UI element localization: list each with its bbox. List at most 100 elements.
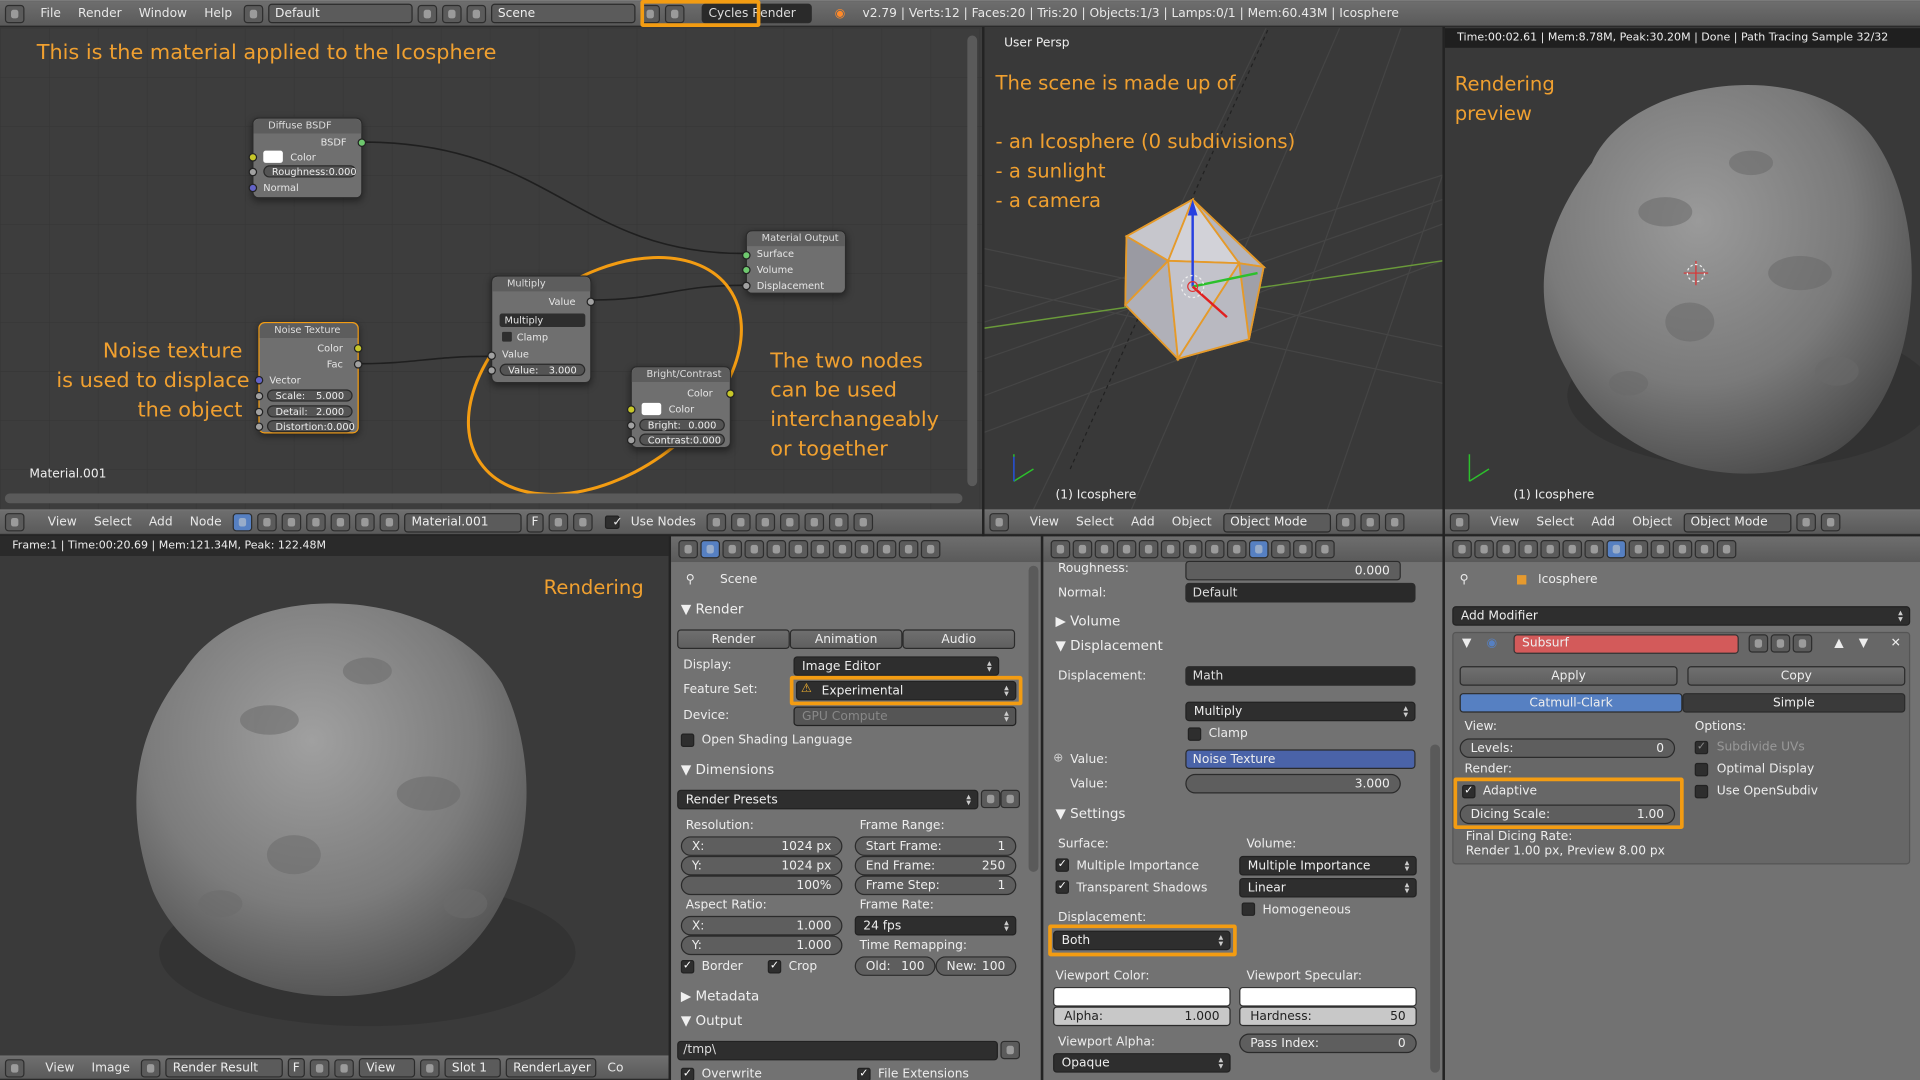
go-parent-icon[interactable] (731, 513, 751, 532)
displacement-select[interactable]: Math (1185, 666, 1416, 686)
output-section-header[interactable]: ▼ Output (681, 1013, 742, 1029)
render-toggle-icon[interactable] (1748, 634, 1769, 653)
material-tab-icon[interactable] (1650, 540, 1671, 559)
levels-field[interactable]: Levels: 0 (1459, 738, 1676, 758)
homogeneous-checkbox[interactable] (1241, 902, 1256, 916)
render-layer-select[interactable]: RenderLayer (505, 1057, 597, 1078)
pv-mode-select[interactable]: Object Mode (1683, 512, 1791, 533)
use-nodes-checkbox[interactable]: ✓ (604, 515, 623, 529)
catmull-clark-button[interactable]: Catmull-Clark (1459, 693, 1683, 713)
multiply-op-select[interactable]: Multiply (499, 313, 586, 327)
scale-field[interactable]: Scale: 5.000 (266, 389, 353, 402)
add-layout-icon[interactable] (417, 4, 437, 23)
image-close-icon[interactable] (334, 1058, 354, 1077)
socket-detail-in[interactable] (254, 407, 264, 417)
socket-bc-color-in[interactable] (626, 405, 636, 414)
ie-view-mode[interactable]: View (358, 1057, 416, 1078)
link-icon[interactable]: ⊕ (1053, 752, 1063, 765)
modifiers-tab-icon[interactable] (1204, 540, 1225, 559)
displacement-section-header[interactable]: ▼ Displacement (1056, 638, 1163, 654)
value1-link-select[interactable]: Noise Texture (1185, 749, 1416, 769)
render-section-header[interactable]: ▼ Render (681, 601, 744, 617)
transparent-shadows-checkbox[interactable]: ✓ (1055, 880, 1069, 894)
object-tab-icon[interactable] (1160, 540, 1181, 559)
menu-window[interactable]: Window (133, 7, 194, 20)
editor-type-icon[interactable] (4, 513, 25, 532)
menu-add[interactable]: Add (143, 516, 179, 529)
scene-field[interactable]: Scene (490, 3, 636, 24)
ie-more[interactable]: Co (601, 1061, 629, 1074)
simple-button[interactable]: Simple (1682, 693, 1906, 713)
close-layout-icon[interactable] (441, 4, 462, 23)
screen-layout-icon[interactable] (243, 4, 263, 23)
value2-field[interactable]: 3.000 (1185, 773, 1401, 794)
apply-button[interactable]: Apply (1459, 666, 1678, 686)
compositing-nodes-icon[interactable] (257, 513, 277, 532)
constraints-tab-icon[interactable] (1182, 540, 1203, 559)
material-browse-icon[interactable] (379, 513, 400, 532)
render-tab-icon[interactable] (700, 540, 721, 559)
aspect-y-field[interactable]: Y: 1.000 (680, 935, 843, 956)
snap-target-icon[interactable] (804, 513, 825, 532)
file-ext-checkbox[interactable]: ✓ (857, 1067, 871, 1080)
material-tab-icon[interactable] (876, 540, 897, 559)
socket-volume[interactable] (742, 265, 751, 275)
copy-nodes-icon[interactable] (829, 513, 849, 532)
menu-view[interactable]: View (42, 516, 83, 529)
constraints-tab-icon[interactable] (1584, 540, 1605, 559)
pv-menu-add[interactable]: Add (1585, 516, 1621, 529)
crop-checkbox[interactable]: ✓ (767, 960, 782, 974)
divider[interactable] (982, 26, 985, 537)
socket-vector-in[interactable] (254, 375, 264, 385)
opensubdiv-checkbox[interactable] (1694, 784, 1709, 799)
material-output-node[interactable]: Material Output Surface Volume Displacem… (742, 230, 847, 294)
normal-select[interactable]: Default (1185, 582, 1416, 603)
vp-menu-view[interactable]: View (1024, 516, 1065, 529)
pv-menu-select[interactable]: Select (1530, 516, 1580, 529)
editor-type-icon[interactable] (1050, 540, 1071, 559)
editor-type-icon[interactable] (678, 540, 698, 559)
vp-menu-select[interactable]: Select (1070, 516, 1120, 529)
snap-icon[interactable] (780, 513, 800, 532)
pivot-icon[interactable] (1820, 513, 1840, 532)
pin-icon[interactable] (706, 513, 727, 532)
world-tab-icon[interactable] (1138, 540, 1159, 559)
add-material-icon[interactable] (548, 513, 569, 532)
viewport-color-swatch[interactable] (1053, 986, 1231, 1007)
texture-tab-icon[interactable] (1271, 540, 1291, 559)
divider[interactable] (0, 535, 1920, 537)
distortion-field[interactable]: Distortion: 0.000 (266, 420, 355, 433)
metadata-section-header[interactable]: ▶ Metadata (681, 988, 759, 1004)
audio-button[interactable]: Audio (902, 629, 1016, 649)
scene-tab-icon[interactable] (744, 540, 765, 559)
socket-bright-in[interactable] (626, 421, 636, 430)
node-editor[interactable]: Diffuse BSDF BSDF Color Roughness: 0.000 … (0, 28, 983, 510)
unlink-material-icon[interactable] (573, 513, 593, 532)
vp-menu-add[interactable]: Add (1125, 516, 1161, 529)
preset-add-icon[interactable] (980, 789, 1001, 809)
texture-tab-icon[interactable] (1672, 540, 1693, 559)
socket-noise-fac-out[interactable] (353, 360, 363, 369)
fake-user-button[interactable]: F (526, 512, 544, 533)
world-tab-icon[interactable] (1540, 540, 1561, 559)
layout-field[interactable]: Default (267, 3, 413, 24)
manipulator-icon[interactable] (1384, 513, 1404, 532)
interpolation-select[interactable]: Linear (1239, 877, 1417, 898)
image-add-icon[interactable] (309, 1058, 330, 1077)
physics-tab-icon[interactable] (1315, 540, 1335, 559)
detail-field[interactable]: Detail: 2.000 (266, 405, 353, 418)
socket-displacement[interactable] (742, 281, 751, 291)
backdrop-icon[interactable] (755, 513, 776, 532)
divider[interactable] (1040, 536, 1044, 1080)
roughness-field[interactable]: Roughness: 0.000 (263, 165, 357, 178)
multiply-node[interactable]: Multiply Value Multiply Clamp Value Valu… (487, 275, 596, 384)
math-op-select[interactable]: Multiply (1185, 701, 1416, 722)
socket-normal-in[interactable] (248, 183, 258, 193)
aspect-x-field[interactable]: X: 1.000 (680, 915, 843, 936)
socket-bsdf-out[interactable] (357, 138, 367, 147)
render-preview-viewport[interactable]: Time:00:02.61 | Mem:8.78M, Peak:30.20M |… (1444, 28, 1920, 510)
data-tab-icon[interactable] (1226, 540, 1247, 559)
remove-modifier-icon[interactable]: ✕ (1891, 637, 1901, 650)
device-select[interactable]: GPU Compute (793, 706, 1017, 727)
texture-tab-icon[interactable] (898, 540, 919, 559)
